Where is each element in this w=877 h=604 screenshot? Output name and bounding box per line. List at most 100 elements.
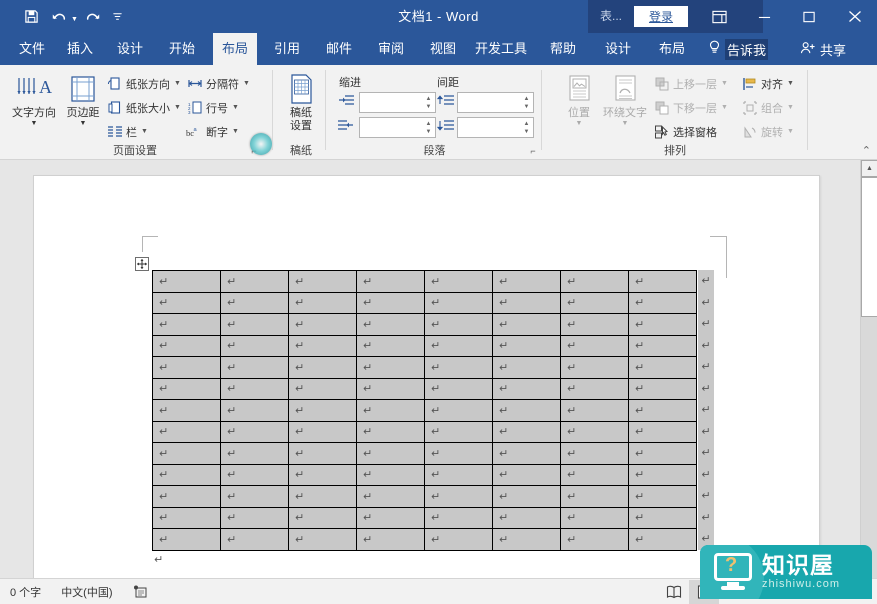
table-cell[interactable]: ↵	[628, 528, 697, 551]
table-cell[interactable]: ↵	[492, 463, 561, 486]
selection-pane-button[interactable]: 选择窗格	[653, 121, 717, 142]
hyphenation-button[interactable]: bc a 断字 ▼	[186, 121, 239, 142]
table-cell[interactable]: ↵	[288, 334, 357, 357]
tab-file[interactable]: 文件	[10, 33, 54, 65]
table-cell[interactable]: ↵	[288, 377, 357, 400]
table-cell[interactable]: ↵	[152, 313, 221, 336]
spacing-after-stepper[interactable]: ▲ ▼	[520, 118, 533, 137]
share-button[interactable]: 共享	[800, 33, 846, 65]
table-cell[interactable]: ↵	[220, 528, 289, 551]
line-numbers-button[interactable]: 123 行号 ▼	[186, 97, 239, 118]
table-cell[interactable]: ↵	[492, 356, 561, 379]
table-cell[interactable]: ↵	[152, 528, 221, 551]
chevron-down-icon[interactable]: ▼	[721, 104, 728, 111]
table-cell[interactable]: ↵	[424, 313, 493, 336]
chevron-down-icon[interactable]: ▼	[174, 80, 181, 87]
table-cell[interactable]: ↵	[424, 356, 493, 379]
tab-home[interactable]: 开始	[160, 33, 204, 65]
table-row[interactable]: ↵ ↵ ↵ ↵ ↵ ↵ ↵ ↵	[152, 528, 697, 551]
table-cell[interactable]: ↵	[560, 334, 629, 357]
table-cell[interactable]: ↵	[628, 356, 697, 379]
table-cell[interactable]: ↵	[560, 291, 629, 314]
table-row[interactable]: ↵ ↵ ↵ ↵ ↵ ↵ ↵ ↵	[152, 334, 697, 357]
indent-right-stepper[interactable]: ▲ ▼	[422, 118, 435, 137]
table-cell[interactable]: ↵	[628, 377, 697, 400]
close-button[interactable]	[832, 0, 877, 33]
table-cell[interactable]: ↵	[560, 485, 629, 508]
table-cell[interactable]: ↵	[492, 528, 561, 551]
redo-icon[interactable]	[80, 4, 106, 30]
chevron-down-icon[interactable]: ▼	[787, 104, 794, 111]
table-cell[interactable]: ↵	[152, 334, 221, 357]
table-row[interactable]: ↵ ↵ ↵ ↵ ↵ ↵ ↵ ↵	[152, 485, 697, 508]
table-cell[interactable]: ↵	[288, 399, 357, 422]
customize-qat-icon[interactable]	[108, 4, 128, 30]
table-cell[interactable]: ↵	[492, 399, 561, 422]
tell-me-box[interactable]: 告诉我	[708, 33, 769, 65]
chevron-down-icon[interactable]: ▼	[243, 80, 250, 87]
table-cell[interactable]: ↵	[356, 528, 425, 551]
spacing-after-input[interactable]: ▲ ▼	[457, 117, 534, 138]
table-cell[interactable]: ↵	[628, 334, 697, 357]
table-cell[interactable]: ↵	[288, 463, 357, 486]
table-cell[interactable]: ↵	[424, 334, 493, 357]
chevron-down-icon[interactable]: ▼	[787, 80, 794, 87]
ribbon-display-options-icon[interactable]	[697, 0, 742, 33]
table-cell[interactable]: ↵	[356, 291, 425, 314]
table-cell[interactable]: ↵	[220, 485, 289, 508]
table-cell[interactable]: ↵	[220, 270, 289, 293]
table-cell[interactable]: ↵	[356, 420, 425, 443]
table-cell[interactable]: ↵	[628, 270, 697, 293]
table-cell[interactable]: ↵	[220, 463, 289, 486]
tab-developer[interactable]: 开发工具	[466, 33, 536, 65]
scroll-up-arrow[interactable]: ▲	[861, 160, 877, 177]
table-cell[interactable]: ↵	[492, 334, 561, 357]
grid-paper-settings-button[interactable]: 稿纸 设置	[275, 71, 327, 133]
table-cell[interactable]: ↵	[152, 442, 221, 465]
table-cell[interactable]: ↵	[492, 270, 561, 293]
tab-insert[interactable]: 插入	[58, 33, 102, 65]
chevron-down-icon[interactable]: ▼	[232, 128, 239, 135]
table-row[interactable]: ↵ ↵ ↵ ↵ ↵ ↵ ↵ ↵	[152, 356, 697, 379]
minimize-button[interactable]	[742, 0, 787, 33]
tab-mailings[interactable]: 邮件	[317, 33, 361, 65]
table-cell[interactable]: ↵	[492, 442, 561, 465]
tab-table-layout[interactable]: 布局	[650, 33, 694, 65]
table-cell[interactable]: ↵	[356, 442, 425, 465]
undo-icon[interactable]	[46, 4, 72, 30]
document-area[interactable]: ↵ ↵ ↵ ↵ ↵ ↵ ↵ ↵ ↵ ↵ ↵ ↵ ↵ ↵ ↵ ↵ ↵ ↵ ↵ ↵ ↵ ↵ ↵ ↵ ↵ ↵ ↵ ↵ ↵ ↵ ↵ ↵ ↵ ↵ ↵ ↵ ↵ ↵ ↵ ↵…	[0, 160, 877, 578]
table-cell[interactable]: ↵	[356, 377, 425, 400]
save-icon[interactable]	[18, 4, 44, 30]
table-cell[interactable]: ↵	[152, 506, 221, 529]
table-cell[interactable]: ↵	[152, 399, 221, 422]
table-cell[interactable]: ↵	[288, 313, 357, 336]
table-cell[interactable]: ↵	[356, 506, 425, 529]
table-cell[interactable]: ↵	[356, 334, 425, 357]
maximize-button[interactable]	[787, 0, 832, 33]
table-cell[interactable]: ↵	[288, 442, 357, 465]
chevron-down-icon[interactable]: ▼	[8, 120, 60, 128]
table-cell[interactable]: ↵	[628, 399, 697, 422]
table-cell[interactable]: ↵	[220, 506, 289, 529]
tab-layout[interactable]: 布局	[213, 33, 258, 65]
table-cell[interactable]: ↵	[152, 356, 221, 379]
table-cell[interactable]: ↵	[424, 442, 493, 465]
table-cell[interactable]: ↵	[288, 420, 357, 443]
table-cell[interactable]: ↵	[628, 313, 697, 336]
indent-right-input[interactable]: ▲ ▼	[359, 117, 436, 138]
table-cell[interactable]: ↵	[424, 420, 493, 443]
table-cell[interactable]: ↵	[628, 463, 697, 486]
table-cell[interactable]: ↵	[492, 485, 561, 508]
table-row[interactable]: ↵ ↵ ↵ ↵ ↵ ↵ ↵ ↵	[152, 442, 697, 465]
table-cell[interactable]: ↵	[424, 377, 493, 400]
table-cell[interactable]: ↵	[492, 313, 561, 336]
chevron-down-icon[interactable]: ▼	[232, 104, 239, 111]
table-cell[interactable]: ↵	[288, 485, 357, 508]
bring-forward-button[interactable]: 上移一层 ▼	[653, 73, 728, 94]
chevron-down-icon[interactable]: ▼	[787, 128, 794, 135]
tab-help[interactable]: 帮助	[541, 33, 585, 65]
chevron-down-icon[interactable]: ▼	[141, 128, 148, 135]
table-cell[interactable]: ↵	[424, 506, 493, 529]
table-row[interactable]: ↵ ↵ ↵ ↵ ↵ ↵ ↵ ↵	[152, 506, 697, 529]
chevron-down-icon[interactable]: ▼	[721, 80, 728, 87]
